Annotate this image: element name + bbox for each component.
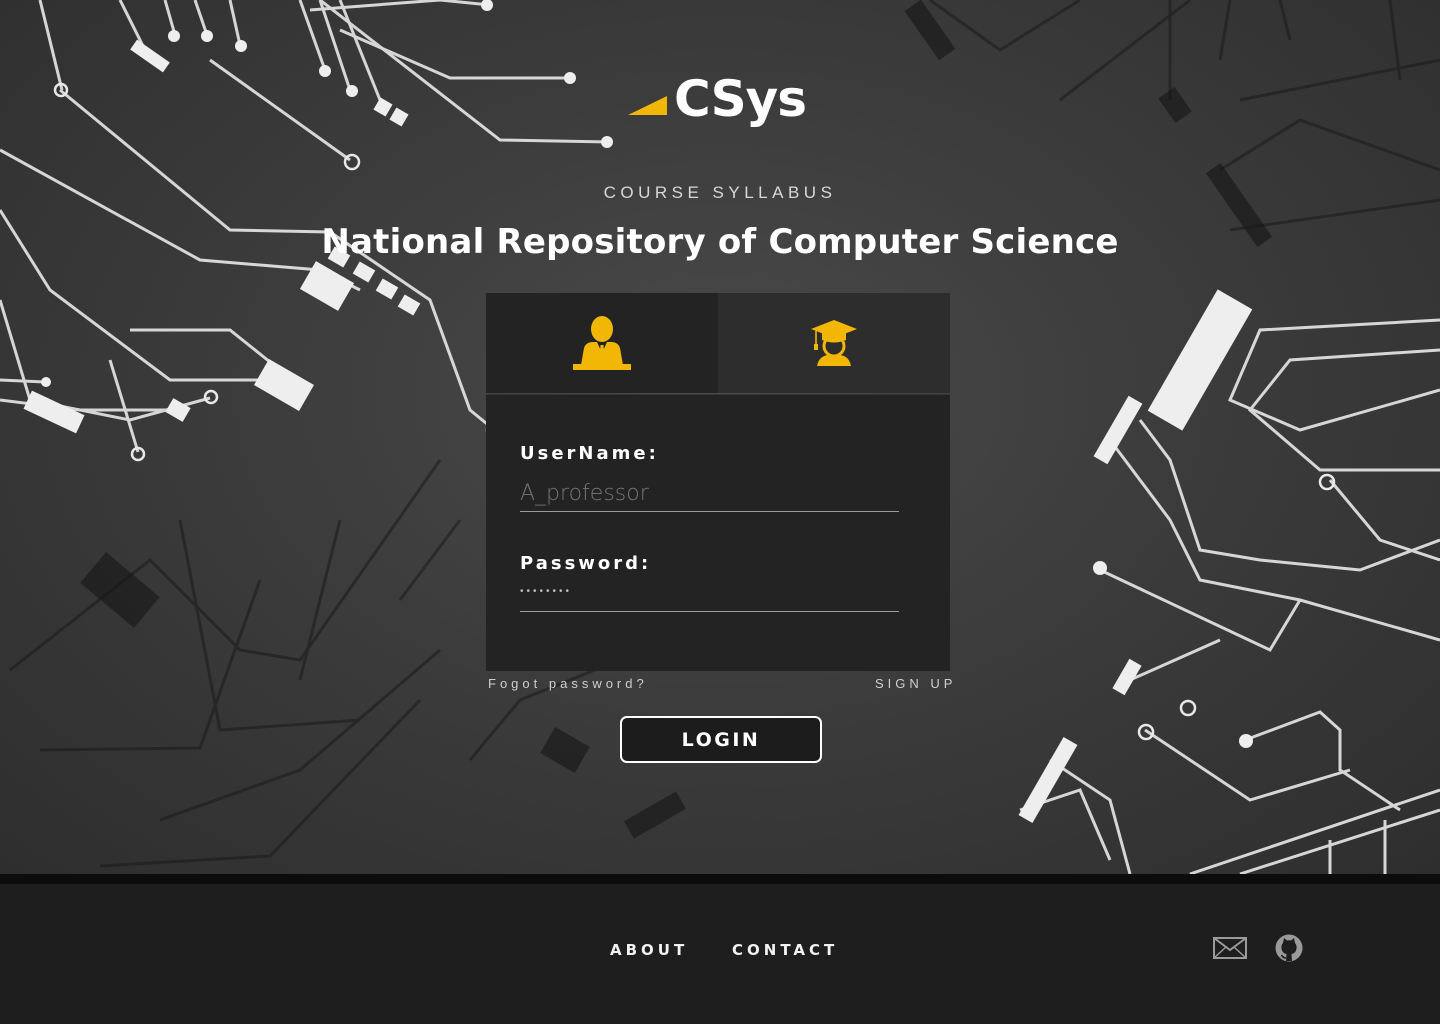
password-input[interactable]: •••••••• — [520, 576, 899, 612]
password-label: Password: — [520, 553, 652, 574]
tab-professor[interactable] — [486, 293, 718, 393]
login-button[interactable]: LOGIN — [620, 716, 822, 763]
username-label: UserName: — [520, 443, 659, 464]
username-input[interactable] — [520, 476, 899, 512]
sign-up-link[interactable]: SIGN UP — [875, 676, 956, 691]
role-tabs — [486, 293, 950, 393]
mail-icon[interactable] — [1213, 937, 1247, 959]
page-title: National Repository of Computer Science — [321, 222, 1119, 262]
student-graduate-icon — [811, 320, 857, 366]
logo-wedge-icon — [628, 96, 667, 115]
brand-logo: CSys — [626, 68, 826, 128]
brand-name: CSys — [674, 70, 807, 128]
footer-divider — [0, 874, 1440, 884]
professor-icon — [573, 316, 631, 370]
github-icon[interactable] — [1275, 934, 1303, 962]
footer: ABOUT CONTACT — [0, 884, 1440, 1024]
page-kicker: COURSE SYLLABUS — [603, 183, 837, 202]
login-panel: UserName: Password: •••••••• — [486, 394, 950, 671]
footer-about-link[interactable]: ABOUT — [610, 941, 688, 959]
forgot-password-link[interactable]: Fogot password? — [488, 676, 648, 691]
tab-student[interactable] — [718, 293, 950, 393]
footer-contact-link[interactable]: CONTACT — [732, 941, 838, 959]
